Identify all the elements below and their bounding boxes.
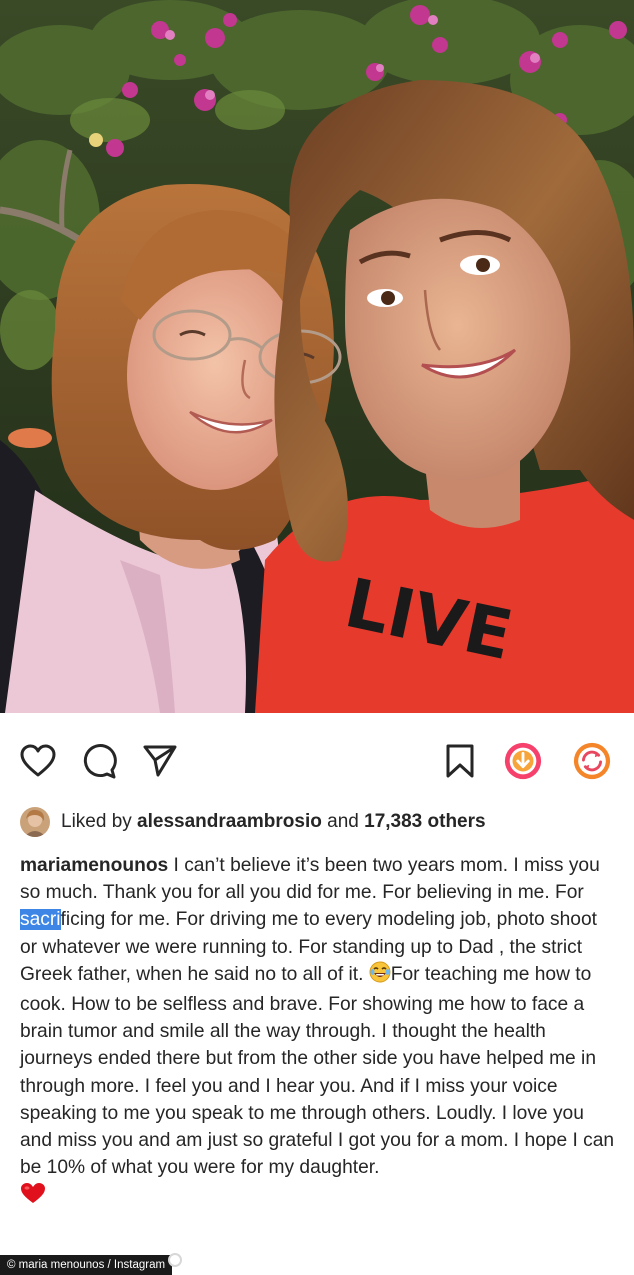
liker-username-link[interactable]: alessandraambrosio [137, 811, 322, 832]
save-button[interactable] [440, 741, 480, 781]
likes-prefix: Liked by [61, 811, 138, 832]
post-action-bar [0, 713, 634, 805]
credit-dot-icon [168, 1253, 182, 1267]
comment-bubble-icon [83, 744, 117, 779]
likes-row: Liked by alessandraambrosio and 17,383 o… [20, 806, 486, 838]
post-photo[interactable]: LIVE [0, 0, 634, 713]
post-caption: mariamenounos I can’t believe it’s been … [20, 852, 616, 1213]
repost-button[interactable] [572, 741, 612, 781]
red-heart-emoji [20, 1182, 46, 1212]
comment-button[interactable] [79, 741, 119, 781]
caption-selected-text: sacri [20, 909, 61, 931]
paper-plane-icon [143, 745, 177, 777]
download-button[interactable] [503, 741, 543, 781]
photo-credit: © maria menounos / Instagram [0, 1255, 173, 1275]
like-button[interactable] [18, 741, 58, 781]
heart-outline-icon [20, 744, 56, 777]
avatar-image [20, 807, 50, 837]
post-photo-illustration: LIVE [0, 0, 634, 713]
tears-of-joy-emoji [369, 961, 391, 991]
caption-username-link[interactable]: mariamenounos [20, 855, 168, 876]
likes-middle: and [321, 811, 365, 832]
download-circle-icon [504, 742, 542, 780]
caption-heart-row [20, 1182, 616, 1212]
likes-others-link[interactable]: 17,383 others [364, 811, 485, 832]
share-button[interactable] [140, 741, 180, 781]
repost-circle-icon [573, 742, 611, 780]
likes-text: Liked by alessandraambrosio and 17,383 o… [61, 811, 486, 833]
caption-text-part-3: For teaching me how to cook. How to be s… [20, 963, 615, 1179]
bookmark-icon [446, 744, 474, 778]
liker-avatar[interactable] [20, 807, 50, 837]
